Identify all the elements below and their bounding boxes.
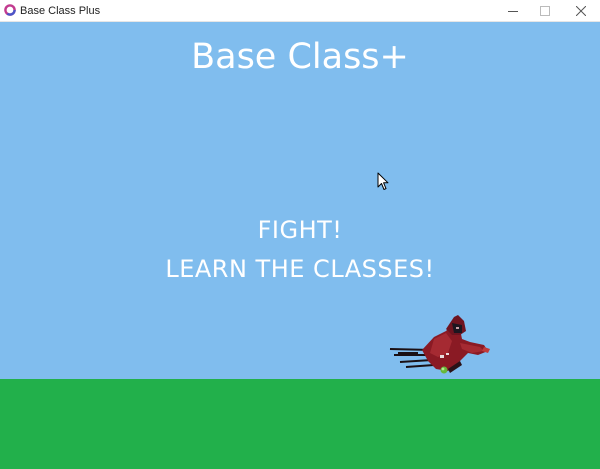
maximize-button[interactable] <box>530 0 560 21</box>
game-title: Base Class+ <box>191 37 409 77</box>
minimize-button[interactable] <box>498 0 528 21</box>
tagline-fight: FIGHT! <box>257 216 343 244</box>
game-window: Base Class Plus Base Class+ FIGHT! LEARN… <box>0 0 600 469</box>
maximize-icon <box>540 5 550 16</box>
ground <box>0 379 600 469</box>
minimize-icon <box>508 10 518 12</box>
mouse-cursor-icon <box>377 172 389 190</box>
window-title: Base Class Plus <box>20 5 101 17</box>
title-bar[interactable]: Base Class Plus <box>0 0 600 22</box>
close-button[interactable] <box>566 0 596 21</box>
game-canvas[interactable]: Base Class+ FIGHT! LEARN THE CLASSES! <box>0 22 600 469</box>
close-icon <box>576 5 586 16</box>
app-ring-icon <box>4 4 16 16</box>
tagline-learn-classes: LEARN THE CLASSES! <box>165 255 435 283</box>
hooded-character-sprite <box>389 315 490 374</box>
